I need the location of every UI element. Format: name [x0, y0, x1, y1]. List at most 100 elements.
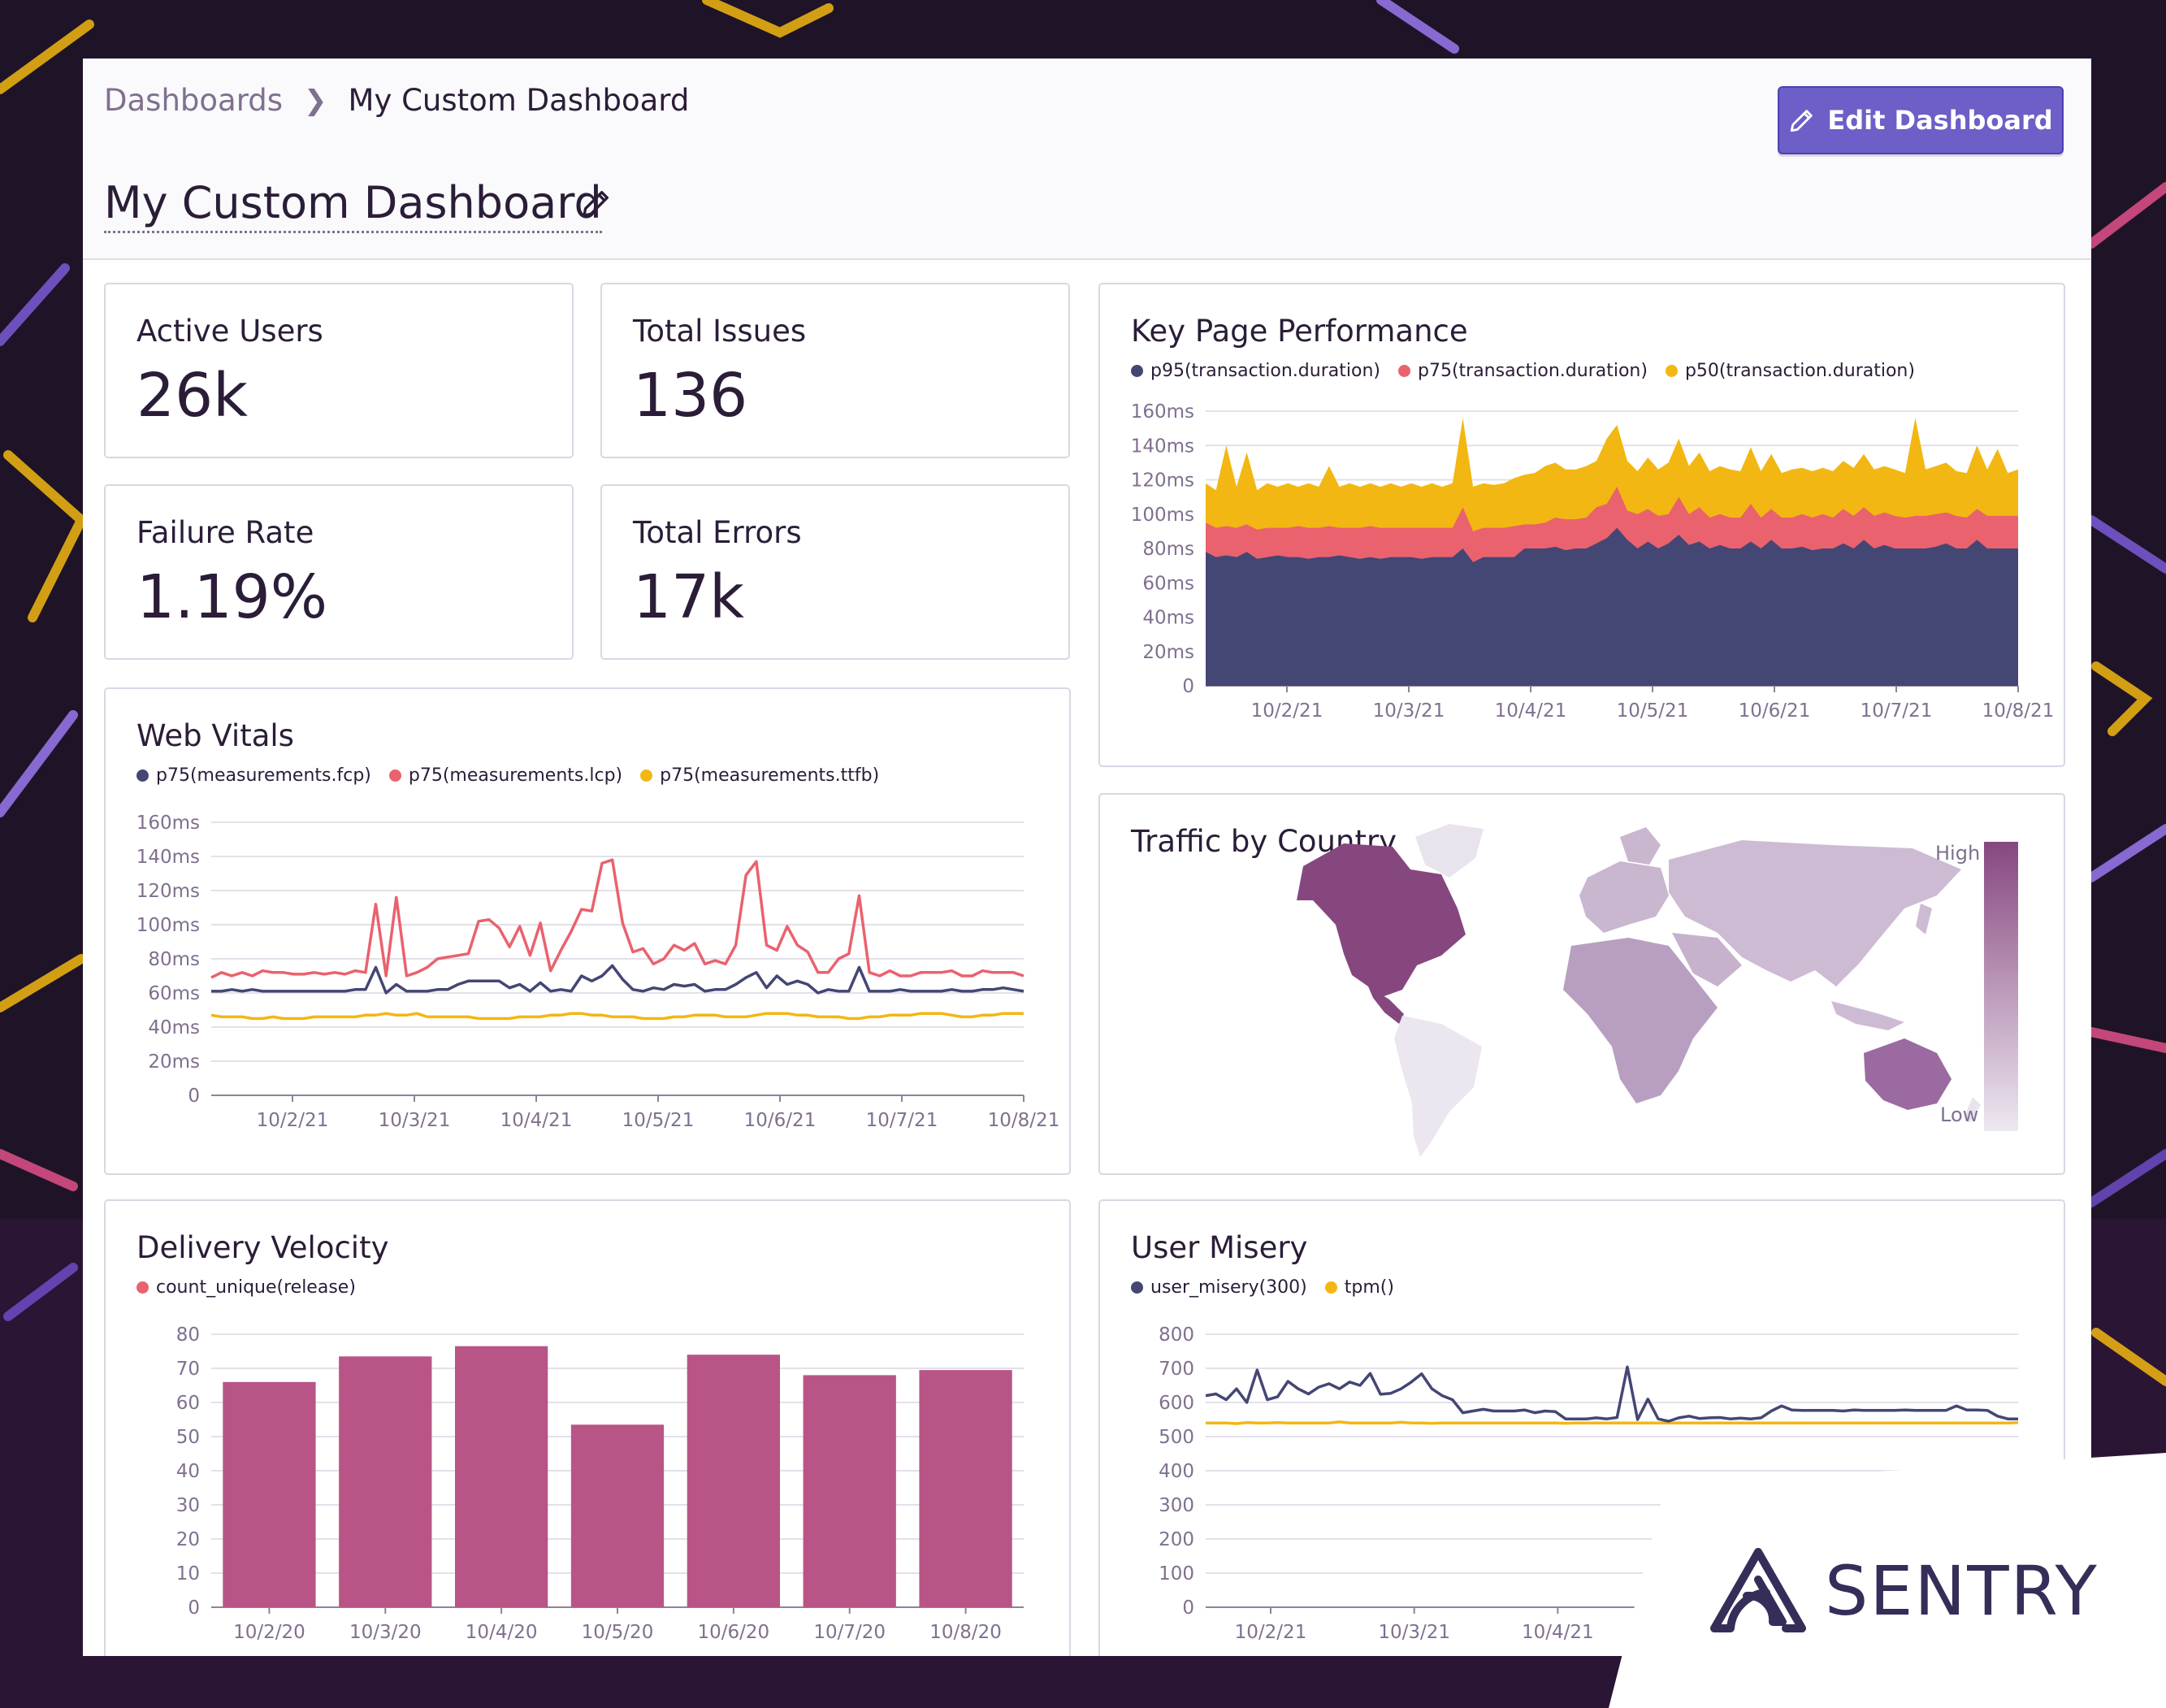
x-tick-label: 10/6/20	[698, 1622, 770, 1643]
y-tick-label: 100ms	[1131, 505, 1194, 526]
line-series	[1205, 1365, 2018, 1423]
y-tick-label: 0	[188, 1597, 200, 1619]
x-tick-label: 10/3/21	[1373, 700, 1445, 722]
sentry-logo-icon	[1710, 1548, 1806, 1632]
y-tick-label: 100ms	[136, 915, 200, 936]
y-tick-label: 0	[1182, 1597, 1194, 1619]
edit-dashboard-label: Edit Dashboard	[1827, 105, 2053, 136]
widget-web-vitals[interactable]: Web Vitals p75(measurements.fcp) p75(mea…	[104, 687, 1071, 1175]
y-tick-label: 120ms	[136, 881, 200, 902]
pencil-icon	[1791, 110, 1813, 132]
y-tick-label: 50	[176, 1427, 200, 1448]
bar	[803, 1375, 896, 1607]
page-header: Dashboards ❯ My Custom Dashboard Edit Da…	[83, 59, 2091, 260]
map-region-greenland	[1415, 824, 1484, 878]
line-series	[210, 1012, 1024, 1021]
dashboard-app: Dashboards ❯ My Custom Dashboard Edit Da…	[83, 59, 2091, 1656]
breadcrumb: Dashboards ❯ My Custom Dashboard	[104, 83, 689, 118]
x-tick-label: 10/6/21	[1739, 700, 1811, 722]
stat-card-failure-rate[interactable]: Failure Rate 1.19%	[104, 484, 574, 660]
widget-delivery-velocity[interactable]: Delivery Velocity count_unique(release) …	[104, 1199, 1071, 1656]
y-tick-label: 160ms	[1131, 401, 1194, 423]
stat-label: Total Issues	[633, 314, 807, 349]
x-tick-label: 10/4/20	[466, 1622, 538, 1643]
x-tick-label: 10/4/21	[1522, 1622, 1594, 1643]
legend-low-label: Low	[1940, 1103, 1979, 1126]
y-tick-label: 40ms	[148, 1017, 200, 1038]
x-tick-label: 10/6/21	[744, 1110, 817, 1131]
x-tick-label: 10/7/21	[1861, 700, 1933, 722]
bar	[455, 1346, 548, 1607]
bar	[919, 1370, 1012, 1607]
x-tick-label: 10/3/21	[379, 1110, 451, 1131]
bar	[223, 1381, 316, 1607]
stat-label: Failure Rate	[136, 515, 314, 550]
edit-title-pencil-icon[interactable]	[580, 187, 613, 219]
line-series	[211, 964, 1025, 995]
map-region-europe	[1579, 861, 1669, 933]
widget-key-page-performance[interactable]: Key Page Performance p95(transaction.dur…	[1098, 283, 2065, 767]
x-tick-label: 10/8/20	[929, 1622, 1002, 1643]
stat-label: Active Users	[136, 314, 323, 349]
y-tick-label: 800	[1159, 1324, 1194, 1346]
y-tick-label: 40ms	[1142, 608, 1194, 629]
y-tick-label: 200	[1159, 1529, 1194, 1550]
y-tick-label: 70	[176, 1359, 200, 1380]
map-region-japan	[1916, 904, 1932, 934]
x-tick-label: 10/2/21	[1251, 700, 1323, 722]
sentry-logo: SENTRY	[1709, 1547, 2099, 1635]
x-tick-label: 10/3/21	[1378, 1622, 1450, 1643]
y-tick-label: 60ms	[148, 983, 200, 1004]
y-tick-label: 10	[176, 1563, 200, 1584]
y-tick-label: 120ms	[1131, 470, 1194, 492]
bar	[339, 1356, 432, 1607]
y-tick-label: 400	[1159, 1461, 1194, 1482]
stat-value: 26k	[136, 361, 249, 431]
bar	[687, 1355, 780, 1607]
y-tick-label: 300	[1159, 1495, 1194, 1516]
y-tick-label: 500	[1159, 1427, 1194, 1448]
x-tick-label: 10/7/21	[866, 1110, 938, 1131]
chevron-right-icon: ❯	[304, 84, 327, 117]
delivery-bar-chart: 0 10 20 30 40 50 60 70 80 10/2/20 10/3/20 10/4/20 10…	[176, 1324, 1024, 1643]
x-tick-label: 10/8/21	[1982, 700, 2055, 722]
y-tick-label: 600	[1159, 1393, 1194, 1414]
y-tick-label: 30	[176, 1495, 200, 1516]
world-map	[1297, 824, 2018, 1157]
y-tick-label: 80ms	[148, 949, 200, 970]
widget-traffic-by-country[interactable]: Traffic by Country High Low	[1098, 793, 2065, 1175]
stat-value: 1.19%	[136, 562, 328, 632]
page-title[interactable]: My Custom Dashboard	[104, 177, 602, 233]
y-tick-label: 80	[176, 1324, 200, 1346]
x-tick-label: 10/2/21	[257, 1110, 329, 1131]
line-series	[1206, 1420, 2019, 1425]
map-region-australia	[1864, 1038, 1952, 1110]
sentry-wordmark: SENTRY	[1825, 1551, 2099, 1631]
x-tick-label: 10/4/21	[1495, 700, 1567, 722]
map-region-scandinavia	[1620, 827, 1661, 865]
stat-card-total-issues[interactable]: Total Issues 136	[600, 283, 1070, 458]
x-tick-label: 10/5/21	[622, 1110, 695, 1131]
stat-value: 17k	[633, 562, 745, 632]
x-tick-label: 10/2/20	[233, 1622, 305, 1643]
y-tick-label: 80ms	[1142, 539, 1194, 560]
map-region-southeast-asia	[1831, 1001, 1904, 1030]
x-tick-label: 10/3/20	[349, 1622, 422, 1643]
y-tick-label: 0	[188, 1086, 200, 1107]
y-tick-label: 20	[176, 1529, 200, 1550]
stat-label: Total Errors	[633, 515, 802, 550]
bar	[570, 1424, 665, 1607]
y-tick-label: 20ms	[1142, 642, 1194, 663]
y-tick-label: 700	[1159, 1359, 1194, 1380]
y-tick-label: 100	[1159, 1563, 1194, 1584]
y-tick-label: 160ms	[136, 813, 200, 834]
edit-dashboard-button[interactable]: Edit Dashboard	[1778, 86, 2064, 154]
y-tick-label: 140ms	[136, 847, 200, 868]
stat-card-active-users[interactable]: Active Users 26k	[104, 283, 574, 458]
legend-high-label: High	[1935, 842, 1981, 865]
x-tick-label: 10/4/21	[500, 1110, 573, 1131]
breadcrumb-dashboards-link[interactable]: Dashboards	[104, 83, 283, 118]
map-region-south-america	[1394, 1016, 1482, 1157]
stat-card-total-errors[interactable]: Total Errors 17k	[600, 484, 1070, 660]
y-tick-label: 20ms	[148, 1051, 200, 1073]
